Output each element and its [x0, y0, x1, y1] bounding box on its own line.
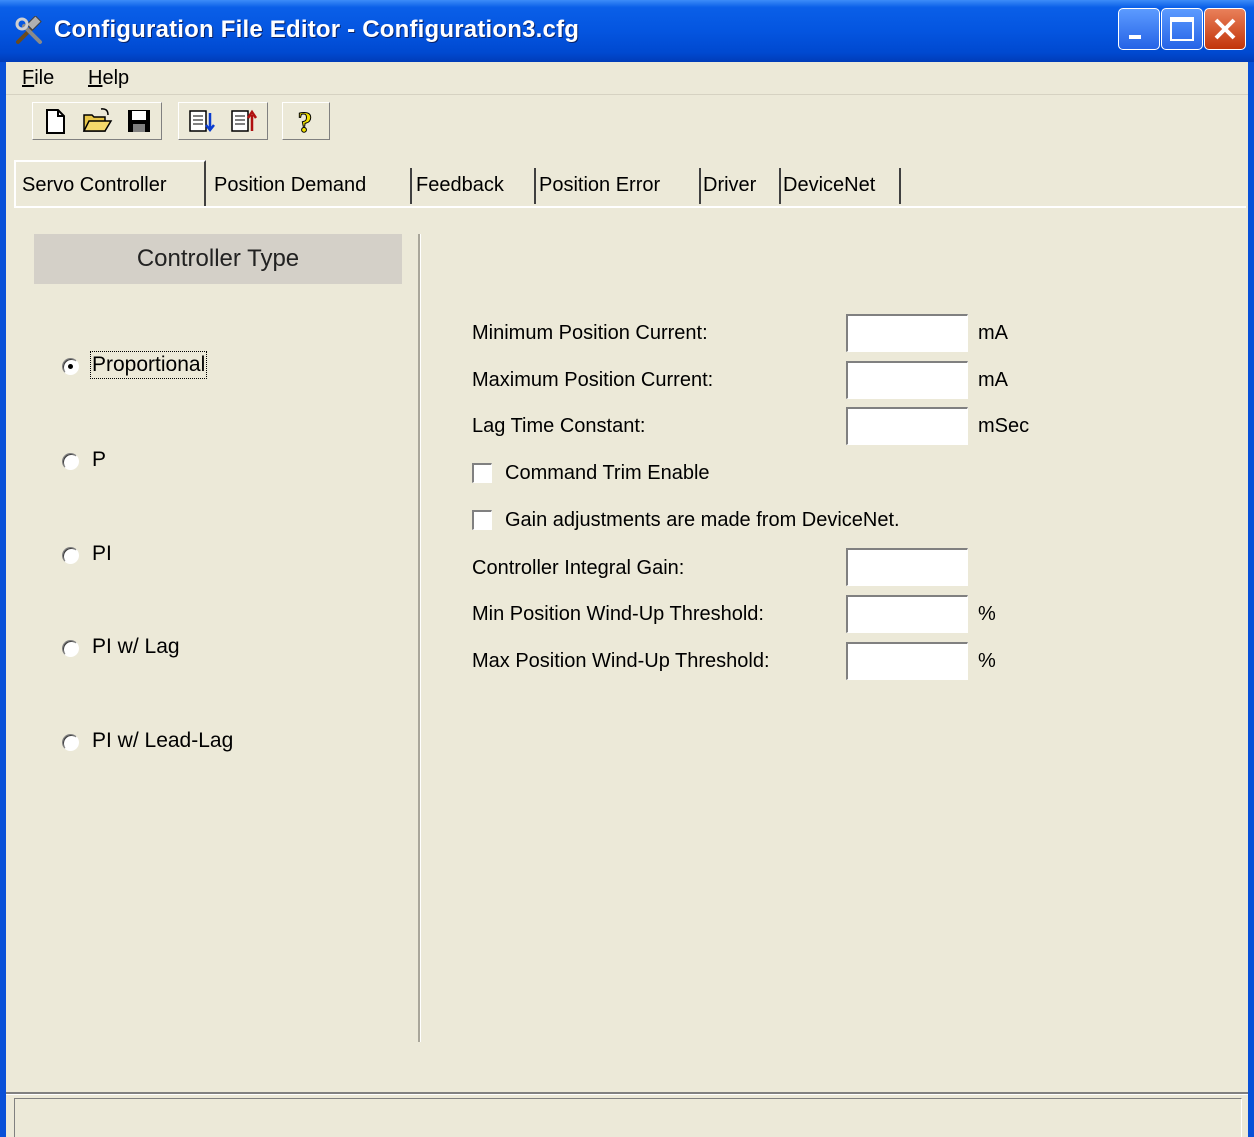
command-trim-checkbox[interactable] — [472, 463, 492, 483]
menu-help[interactable]: Help — [88, 67, 129, 90]
menu-help-rest: elp — [102, 67, 130, 89]
title-bar[interactable]: Configuration File Editor - Configuratio… — [0, 0, 1254, 62]
download-config-button[interactable] — [185, 105, 217, 137]
min-position-current-label: Minimum Position Current: — [472, 322, 708, 344]
controller-type-header: Controller Type — [34, 234, 402, 284]
upload-config-button[interactable] — [227, 105, 259, 137]
menu-help-accel: H — [88, 67, 103, 89]
tab-servo-controller[interactable]: Servo Controller — [14, 160, 206, 206]
gain-devicenet-label: Gain adjustments are made from DeviceNet… — [505, 509, 900, 531]
menu-file[interactable]: File — [22, 67, 54, 90]
tools-icon — [14, 15, 44, 46]
radio-button[interactable] — [62, 547, 79, 564]
app-window: Configuration File Editor - Configuratio… — [0, 0, 1254, 1137]
toolbar-help-group: ? — [282, 102, 330, 140]
radio-button[interactable] — [62, 640, 79, 657]
min-windup-label: Min Position Wind-Up Threshold: — [472, 603, 764, 625]
menu-bar: File Help — [6, 62, 1248, 95]
maximize-button[interactable] — [1161, 8, 1203, 50]
radio-label: PI — [92, 542, 112, 565]
radio-button[interactable] — [62, 734, 79, 751]
lag-time-constant-label: Lag Time Constant: — [472, 415, 646, 437]
max-windup-unit: % — [978, 650, 996, 672]
status-separator — [6, 1092, 1248, 1095]
integral-gain-label: Controller Integral Gain: — [472, 557, 685, 579]
command-trim-label: Command Trim Enable — [505, 462, 710, 484]
window-title: Configuration File Editor - Configuratio… — [54, 16, 580, 43]
toolbar-transfer-group — [178, 102, 268, 140]
max-windup-label: Max Position Wind-Up Threshold: — [472, 650, 770, 672]
gain-devicenet-checkbox[interactable] — [472, 510, 492, 530]
min-windup-input[interactable] — [846, 595, 968, 633]
menu-file-rest: ile — [34, 67, 55, 89]
radio-label: P — [92, 448, 107, 471]
help-glyph: ? — [298, 106, 313, 137]
open-file-button[interactable] — [81, 105, 113, 137]
radio-button[interactable] — [62, 358, 79, 375]
max-windup-input[interactable] — [846, 642, 968, 680]
max-position-current-label: Maximum Position Current: — [472, 369, 714, 391]
radio-selected-dot — [68, 364, 73, 369]
tab-driver[interactable]: Driver — [703, 168, 781, 204]
lag-time-constant-input[interactable] — [846, 407, 968, 445]
minimize-button[interactable] — [1118, 8, 1160, 50]
radio-label: Proportional — [89, 351, 208, 379]
new-file-button[interactable] — [39, 105, 71, 137]
integral-gain-input[interactable] — [846, 548, 968, 586]
help-button[interactable]: ? — [289, 105, 321, 138]
panel-divider — [418, 234, 421, 1042]
max-position-current-unit: mA — [978, 369, 1008, 391]
max-position-current-input[interactable] — [846, 361, 968, 399]
toolbar: ? — [6, 96, 1248, 148]
tab-feedback[interactable]: Feedback — [416, 168, 536, 204]
tab-position-error[interactable]: Position Error — [539, 168, 701, 204]
close-button[interactable] — [1204, 8, 1246, 50]
radio-label: PI w/ Lead-Lag — [92, 729, 234, 752]
window-frame-left — [0, 62, 6, 1137]
radio-label: PI w/ Lag — [92, 635, 180, 658]
min-position-current-input[interactable] — [846, 314, 968, 352]
min-position-current-unit: mA — [978, 322, 1008, 344]
min-windup-unit: % — [978, 603, 996, 625]
save-file-button[interactable] — [123, 105, 155, 137]
tab-strip: Servo Controller Position Demand Feedbac… — [14, 160, 1244, 208]
window-frame-right — [1248, 62, 1254, 1137]
menu-file-accel: F — [22, 67, 35, 89]
radio-button[interactable] — [62, 453, 79, 470]
status-bar — [14, 1098, 1242, 1137]
tab-position-demand[interactable]: Position Demand — [214, 168, 412, 204]
lag-time-constant-unit: mSec — [978, 415, 1030, 437]
toolbar-file-group — [32, 102, 162, 140]
tab-devicenet[interactable]: DeviceNet — [783, 168, 901, 204]
